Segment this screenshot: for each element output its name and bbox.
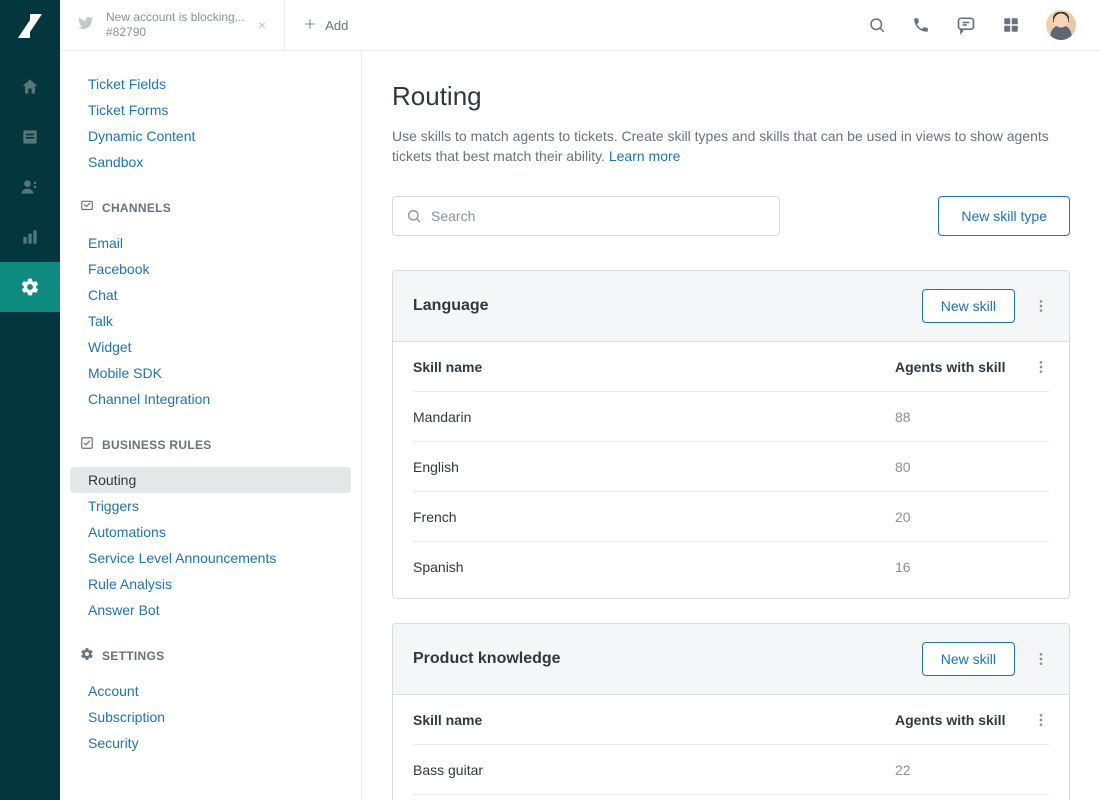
kebab-icon[interactable] [1033, 651, 1049, 667]
new-skill-type-button[interactable]: New skill type [938, 196, 1070, 236]
admin-sidebar: Ticket FieldsTicket FormsDynamic Content… [60, 51, 362, 800]
sidebar-link[interactable]: Talk [60, 308, 361, 334]
sidebar-link[interactable]: Ticket Forms [60, 97, 361, 123]
sidebar-link[interactable]: Dynamic Content [60, 123, 361, 149]
sidebar-link[interactable]: Automations [60, 519, 361, 545]
close-icon[interactable]: × [258, 17, 266, 33]
skill-type-card: Product knowledge New skill Skill nameAgen… [392, 623, 1070, 800]
sidebar-link[interactable]: Facebook [60, 256, 361, 282]
sidebar-group-label: BUSINESS RULES [102, 438, 212, 452]
plus-icon [303, 17, 317, 34]
skill-name: Spanish [413, 559, 895, 575]
skill-agent-count: 20 [895, 509, 1025, 525]
sidebar-link[interactable]: Rule Analysis [60, 571, 361, 597]
rules-icon [80, 436, 94, 453]
sidebar-link[interactable]: Routing [70, 467, 351, 493]
sidebar-link[interactable]: Triggers [60, 493, 361, 519]
main-content: Routing Use skills to match agents to ti… [362, 51, 1100, 800]
table-row[interactable]: Spanish16 [413, 542, 1049, 592]
table-row[interactable]: English80 [413, 442, 1049, 492]
new-skill-button[interactable]: New skill [922, 642, 1015, 676]
settings-icon [80, 647, 94, 664]
sidebar-group-label: CHANNELS [102, 201, 171, 215]
sidebar-link[interactable]: Service Level Announcements [60, 545, 361, 571]
sidebar-link[interactable]: Chat [60, 282, 361, 308]
sidebar-link[interactable]: Subscription [60, 704, 361, 730]
skill-card-header: Language New skill [393, 271, 1069, 342]
sidebar-link[interactable]: Answer Bot [60, 597, 361, 623]
twitter-icon [78, 15, 94, 36]
learn-more-link[interactable]: Learn more [609, 148, 681, 164]
rail-admin[interactable] [0, 262, 60, 312]
tab-title: New account is blocking... [106, 10, 246, 25]
skill-name: Bass guitar [413, 762, 895, 778]
table-row[interactable]: Bass guitar22 [413, 745, 1049, 795]
rail-reporting[interactable] [0, 212, 60, 262]
apps-icon[interactable] [1002, 16, 1020, 34]
tab-subtitle: #82790 [106, 25, 246, 40]
sidebar-link[interactable]: Widget [60, 334, 361, 360]
skill-table: Skill nameAgents with skillMandarin88Eng… [393, 342, 1069, 598]
sidebar-link[interactable]: Account [60, 678, 361, 704]
new-skill-button[interactable]: New skill [922, 289, 1015, 323]
search-input[interactable] [392, 196, 780, 236]
skill-card-header: Product knowledge New skill [393, 624, 1069, 695]
phone-icon[interactable] [912, 16, 930, 34]
search-wrap [392, 196, 780, 236]
add-tab-button[interactable]: Add [285, 0, 366, 50]
sidebar-link[interactable]: Sandbox [60, 149, 361, 175]
page-description: Use skills to match agents to tickets. C… [392, 126, 1052, 166]
search-icon[interactable] [868, 16, 886, 34]
skill-agent-count: 16 [895, 559, 1025, 575]
table-header-row: Skill nameAgents with skill [413, 695, 1049, 745]
sidebar-group-title: CHANNELS [60, 189, 361, 226]
tab-text: New account is blocking... #82790 [106, 10, 246, 40]
skill-agent-count: 80 [895, 459, 1025, 475]
top-bar: New account is blocking... #82790 × Add [0, 0, 1100, 51]
col-skill-name: Skill name [413, 712, 895, 728]
open-tab[interactable]: New account is blocking... #82790 × [60, 0, 285, 50]
chat-icon[interactable] [956, 15, 976, 35]
table-row[interactable]: Electric guitar40 [413, 795, 1049, 800]
add-tab-label: Add [325, 18, 348, 33]
sidebar-group-title: SETTINGS [60, 637, 361, 674]
sidebar-group-label: SETTINGS [102, 649, 164, 663]
sidebar-link[interactable]: Mobile SDK [60, 360, 361, 386]
skill-type-card: Language New skill Skill nameAgents with s… [392, 270, 1070, 599]
skill-table: Skill nameAgents with skillBass guitar22… [393, 695, 1069, 800]
kebab-icon[interactable] [1025, 359, 1049, 375]
skill-agent-count: 22 [895, 762, 1025, 778]
col-agents: Agents with skill [895, 712, 1025, 728]
skill-name: French [413, 509, 895, 525]
page-title: Routing [392, 81, 1070, 112]
rail-home[interactable] [0, 62, 60, 112]
channels-icon [80, 199, 94, 216]
kebab-icon[interactable] [1033, 298, 1049, 314]
skill-agent-count: 88 [895, 409, 1025, 425]
table-row[interactable]: French20 [413, 492, 1049, 542]
skill-type-title: Product knowledge [413, 650, 561, 668]
controls-row: New skill type [392, 196, 1070, 236]
nav-rail [0, 0, 60, 800]
sidebar-link[interactable]: Email [60, 230, 361, 256]
rail-customers[interactable] [0, 162, 60, 212]
sidebar-group-title: BUSINESS RULES [60, 426, 361, 463]
sidebar-link[interactable]: Security [60, 730, 361, 756]
rail-views[interactable] [0, 112, 60, 162]
sidebar-link[interactable]: Channel Integration [60, 386, 361, 412]
skill-name: English [413, 459, 895, 475]
top-bar-actions [844, 0, 1100, 50]
skill-name: Mandarin [413, 409, 895, 425]
col-agents: Agents with skill [895, 359, 1025, 375]
skill-type-title: Language [413, 297, 489, 315]
sidebar-link[interactable]: Ticket Fields [60, 71, 361, 97]
kebab-icon[interactable] [1025, 712, 1049, 728]
col-skill-name: Skill name [413, 359, 895, 375]
table-row[interactable]: Mandarin88 [413, 392, 1049, 442]
brand-logo[interactable] [18, 14, 42, 38]
avatar[interactable] [1046, 10, 1076, 40]
page-description-text: Use skills to match agents to tickets. C… [392, 128, 1049, 164]
table-header-row: Skill nameAgents with skill [413, 342, 1049, 392]
